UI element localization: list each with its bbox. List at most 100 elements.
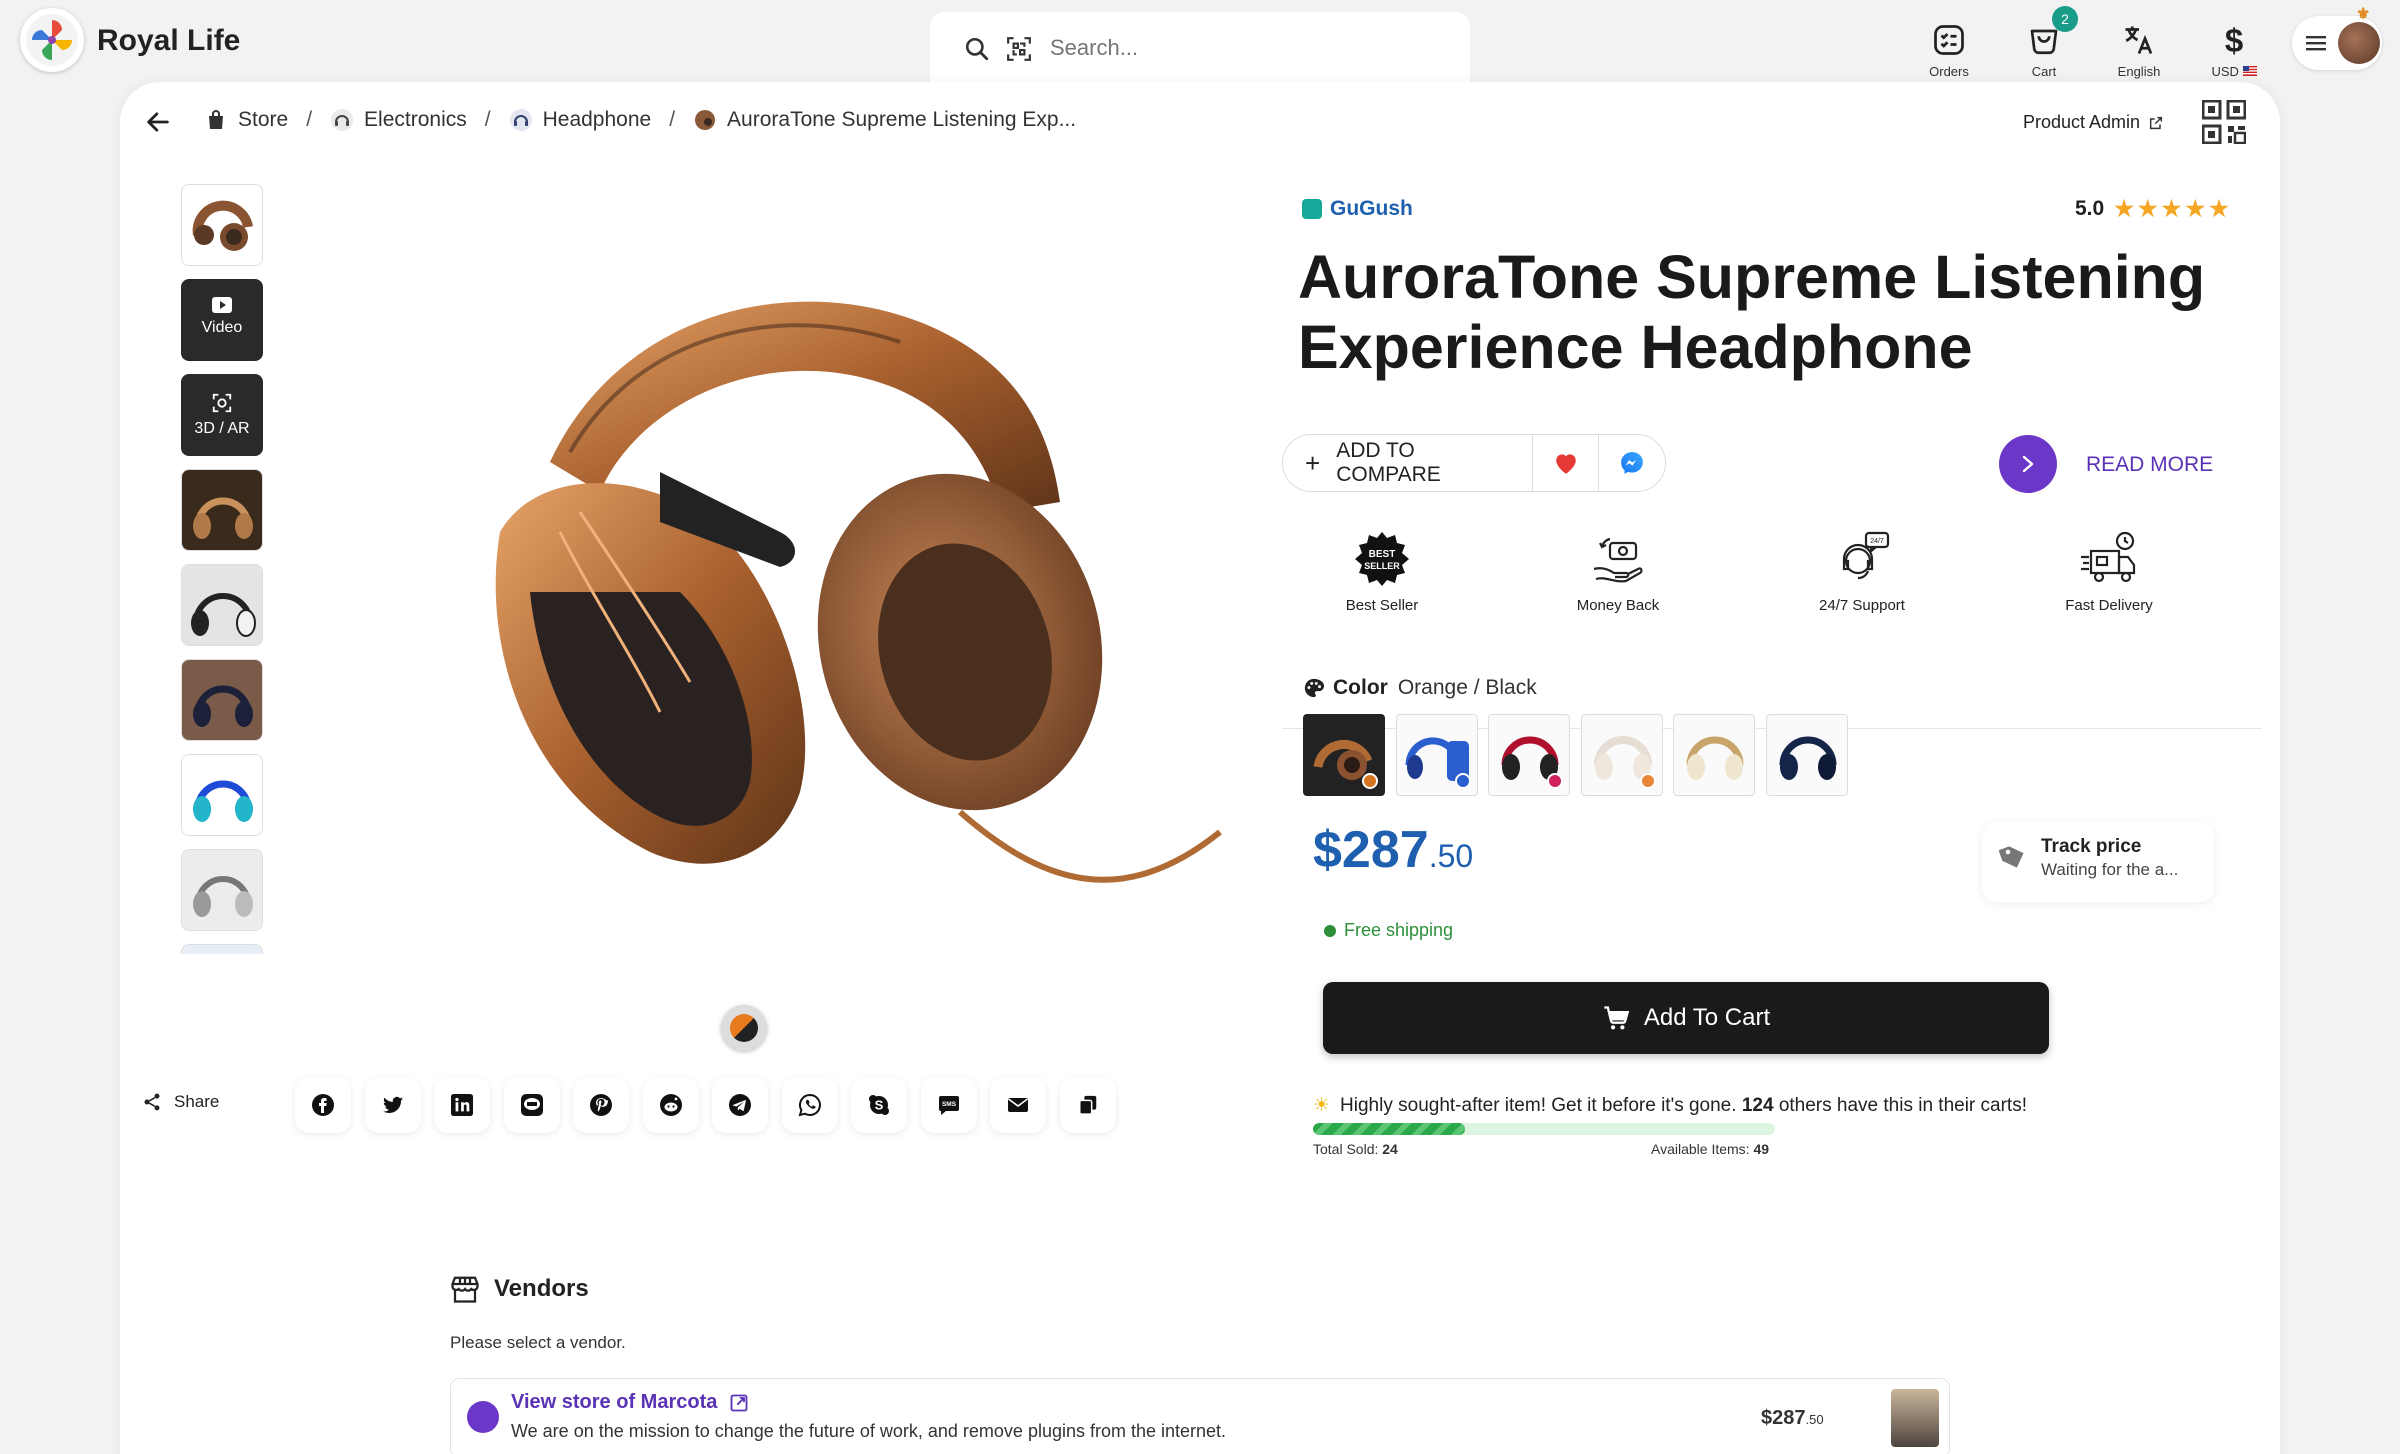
language-button[interactable]: English [2099, 22, 2179, 79]
svg-text:SMS: SMS [941, 1101, 956, 1108]
headphone-thumbnail-graphic [182, 850, 262, 930]
color-swatch-red[interactable] [1488, 714, 1570, 796]
share-telegram-button[interactable] [712, 1077, 768, 1133]
share-linkedin-button[interactable] [434, 1077, 490, 1133]
product-admin-link[interactable]: Product Admin [2023, 112, 2164, 133]
add-to-cart-label: Add To Cart [1643, 1004, 1771, 1031]
vendor-avatar [1891, 1389, 1939, 1447]
urgency-text-pre: Highly sought-after item! Get it before … [1340, 1094, 1737, 1116]
share-twitter-button[interactable] [364, 1077, 421, 1133]
feature-money-back: Money Back [1538, 529, 1698, 614]
vendor-price-cents: .50 [1805, 1412, 1824, 1427]
share-line-button[interactable] [503, 1077, 560, 1133]
vendor-store-link[interactable]: View store of Marcota [511, 1391, 749, 1414]
currency-button[interactable]: $ USD [2194, 22, 2274, 79]
breadcrumb-store-label: Store [238, 108, 289, 131]
breadcrumb-store[interactable]: Store [204, 108, 288, 132]
swatch-color-dot [1639, 773, 1656, 789]
twitter-icon [382, 1096, 403, 1114]
svg-text:SELLER: SELLER [1364, 561, 1400, 571]
brand-link[interactable]: GuGush [1302, 197, 1413, 221]
add-to-cart-button[interactable]: Add To Cart [1323, 982, 2049, 1054]
messenger-button[interactable] [1599, 435, 1665, 491]
cart-button[interactable]: 2 Cart [2004, 6, 2084, 79]
share-icon [144, 1093, 160, 1111]
available-items-value: 49 [1753, 1141, 1770, 1157]
breadcrumb-headphone[interactable]: Headphone [509, 108, 651, 132]
add-to-compare-button[interactable]: + ADD TO COMPARE [1283, 435, 1534, 491]
product-admin-label: Product Admin [2023, 112, 2141, 132]
feature-fast-delivery: Fast Delivery [2029, 529, 2189, 614]
headphone-swatch-graphic [1779, 736, 1836, 780]
media-thumbnail-list: Video 3D / AR [181, 184, 263, 954]
pinterest-icon [590, 1094, 612, 1116]
orders-button[interactable]: Orders [1909, 22, 1989, 79]
color-swatch-white-orange[interactable] [1580, 714, 1663, 796]
vendor-item[interactable]: View store of Marcota We are on the miss… [450, 1378, 1950, 1454]
color-swatch-navy[interactable] [1765, 714, 1848, 796]
share-facebook-button[interactable] [295, 1077, 351, 1133]
color-swatch-orange-black[interactable] [1303, 714, 1385, 796]
breadcrumb-electronics[interactable]: Electronics [330, 108, 467, 132]
best-seller-badge-icon: BEST SELLER [1355, 532, 1409, 586]
available-items-label: Available Items: [1651, 1141, 1750, 1157]
color-swatch-blue[interactable] [1395, 714, 1478, 796]
breadcrumb: Store / Electronics / Headphone / Aurora… [204, 108, 1076, 132]
read-more-link[interactable]: READ MORE [2086, 453, 2213, 477]
search-input[interactable] [1050, 30, 1430, 66]
share-skype-button[interactable]: S [851, 1077, 907, 1133]
read-more-button[interactable] [1999, 435, 2057, 493]
share-whatsapp-button[interactable] [781, 1077, 838, 1133]
pinwheel-logo-icon [26, 14, 78, 66]
share-pinterest-button[interactable] [573, 1077, 629, 1133]
skype-icon: S [869, 1095, 889, 1115]
urgency-text-post: others have this in their carts! [1778, 1094, 2027, 1116]
share-copy-button[interactable] [1059, 1077, 1116, 1133]
color-value: Orange / Black [1397, 676, 1537, 699]
cart-label: Cart [2031, 64, 2057, 79]
share-email-button[interactable] [990, 1077, 1046, 1133]
share-reddit-button[interactable] [642, 1077, 699, 1133]
qr-code-icon[interactable] [2201, 99, 2247, 149]
electronics-category-icon [331, 109, 354, 131]
color-swatch-list [1303, 714, 1858, 796]
app-title[interactable]: Royal Life [97, 24, 240, 58]
thumbnail-image-7[interactable] [181, 944, 263, 954]
thumbnail-image-1[interactable] [181, 184, 263, 266]
track-price-button[interactable]: Track price Waiting for the a... [1982, 822, 2214, 902]
total-sold: Total Sold: 24 [1313, 1141, 1398, 1157]
product-price: $287.50 [1313, 820, 1473, 880]
shopping-bag-icon [209, 110, 223, 129]
favorite-button[interactable] [1533, 435, 1600, 491]
top-bar: Royal Life Orders 2 Cart English $ USD ⚜ [0, 0, 2400, 84]
fast-delivery-icon [2081, 531, 2136, 583]
app-logo[interactable] [20, 8, 84, 72]
vendor-store-name: View store of Marcota [511, 1391, 718, 1413]
thumbnail-image-4[interactable] [181, 659, 263, 741]
share-sms-button[interactable]: SMS [920, 1077, 977, 1133]
color-variant-indicator[interactable] [721, 1005, 767, 1051]
thumbnail-video[interactable]: Video [181, 279, 263, 361]
user-avatar [2338, 22, 2380, 64]
orders-icon [1934, 25, 1964, 55]
thumbnail-image-2[interactable] [181, 469, 263, 551]
messenger-icon [1621, 452, 1643, 474]
ar-scan-icon [212, 393, 232, 413]
product-rating[interactable]: 5.0 ★★★★★ [2075, 196, 2233, 222]
thumbnail-image-6[interactable] [181, 849, 263, 931]
thumbnail-image-5[interactable] [181, 754, 263, 836]
user-menu-button[interactable] [2292, 16, 2382, 70]
external-link-icon [2149, 116, 2163, 129]
search-icon[interactable] [964, 36, 990, 67]
color-selector-header: Color Orange / Black [1303, 676, 1537, 700]
thumbnail-3d-ar[interactable]: 3D / AR [181, 374, 263, 456]
color-swatch-cream[interactable] [1673, 714, 1755, 796]
crown-icon: ⚜ [2356, 6, 2371, 23]
back-arrow-icon[interactable] [144, 108, 172, 141]
main-product-image[interactable] [360, 232, 1280, 972]
qr-scan-icon[interactable] [1006, 36, 1032, 67]
vendors-hint: Please select a vendor. [450, 1333, 626, 1352]
share-buttons: S SMS [295, 1077, 1129, 1133]
feature-support: 24/7 24/7 Support [1782, 529, 1942, 614]
thumbnail-image-3[interactable] [181, 564, 263, 646]
